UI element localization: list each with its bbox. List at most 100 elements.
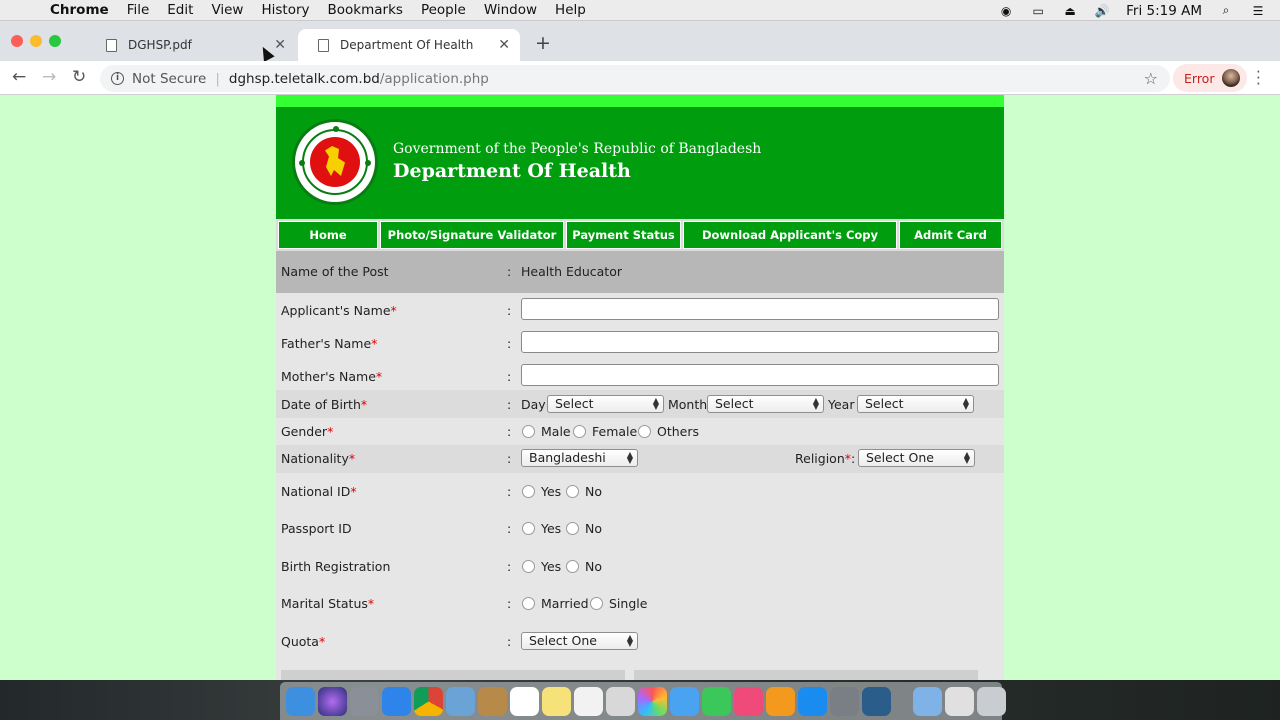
bookmark-star-icon[interactable]: ☆ [1144, 69, 1158, 88]
marital-married-radio[interactable] [522, 597, 535, 610]
menu-window[interactable]: Window [484, 2, 537, 18]
reload-icon[interactable]: ↻ [72, 67, 86, 87]
applicant-name-input[interactable] [521, 298, 999, 320]
spotlight-search-icon[interactable]: ⌕ [1218, 3, 1234, 17]
notification-center-icon[interactable]: ☰ [1250, 4, 1266, 18]
volume-icon[interactable]: 🔊 [1094, 4, 1110, 18]
chrome-icon[interactable] [414, 686, 443, 716]
security-status[interactable]: Not Secure [132, 71, 206, 87]
menu-history[interactable]: History [261, 2, 309, 18]
facetime-icon[interactable] [702, 686, 731, 716]
colon: : [507, 484, 512, 499]
close-tab-icon[interactable]: ✕ [274, 37, 286, 53]
downloads-folder-icon[interactable] [913, 686, 942, 716]
menu-bookmarks[interactable]: Bookmarks [328, 2, 403, 18]
reminders-icon[interactable] [574, 686, 603, 716]
birth-registration-no-label[interactable]: No [585, 559, 602, 574]
post-label: Name of the Post [281, 264, 389, 279]
gender-female-label[interactable]: Female [592, 424, 637, 439]
system-preferences-icon[interactable] [830, 686, 859, 716]
mother-name-input[interactable] [521, 364, 999, 386]
nav-photo-signature-validator[interactable]: Photo/Signature Validator [380, 221, 564, 249]
zoom-window-icon[interactable] [49, 35, 61, 47]
menu-file[interactable]: File [127, 2, 150, 18]
nav-payment-status[interactable]: Payment Status [566, 221, 681, 249]
back-arrow-icon[interactable]: ← [12, 67, 26, 87]
window-controls [11, 35, 61, 47]
menu-clock[interactable]: Fri 5:19 AM [1126, 3, 1202, 19]
address-bar[interactable]: i Not Secure | dghsp.teletalk.com.bd/app… [100, 65, 1170, 92]
birth-registration-yes-radio[interactable] [522, 560, 535, 573]
finder-icon[interactable] [286, 686, 315, 716]
nav-admit-card[interactable]: Admit Card [899, 221, 1002, 249]
national-id-yes-label[interactable]: Yes [541, 484, 561, 499]
itunes-icon[interactable] [734, 686, 763, 716]
national-id-yes-radio[interactable] [522, 485, 535, 498]
menu-app-chrome[interactable]: Chrome [50, 2, 109, 18]
address-section-peek [276, 660, 1004, 680]
gender-male-label[interactable]: Male [541, 424, 571, 439]
marital-married-label[interactable]: Married [541, 596, 589, 611]
photos-icon[interactable] [638, 686, 667, 716]
marital-single-radio[interactable] [590, 597, 603, 610]
passport-id-no-radio[interactable] [566, 522, 579, 535]
siri-icon[interactable] [318, 686, 347, 716]
info-icon[interactable]: i [111, 72, 124, 85]
gender-female-radio[interactable] [573, 425, 586, 438]
new-tab-icon[interactable]: + [535, 32, 551, 54]
documents-stack-icon[interactable] [945, 686, 974, 716]
father-name-input[interactable] [521, 331, 999, 353]
national-id-no-label[interactable]: No [585, 484, 602, 499]
quicktime-icon[interactable] [862, 686, 891, 716]
safari-icon[interactable] [382, 686, 411, 716]
national-id-row: National ID* : Yes No [276, 473, 1004, 510]
marital-status-label: Marital Status* [281, 596, 374, 611]
passport-id-yes-label[interactable]: Yes [541, 521, 561, 536]
preview-icon[interactable] [446, 686, 475, 716]
contacts-icon[interactable] [478, 686, 507, 716]
trash-icon[interactable] [977, 686, 1006, 716]
dob-day-select[interactable]: Select ▲ ▼ [547, 395, 664, 413]
ibooks-icon[interactable] [766, 686, 795, 716]
nav-download-applicants-copy[interactable]: Download Applicant's Copy [683, 221, 897, 249]
tab-department-of-health[interactable]: Department Of Health ✕ [298, 29, 520, 61]
calendar-icon[interactable] [510, 686, 539, 716]
profile-error-button[interactable]: Error [1173, 64, 1247, 92]
passport-id-no-label[interactable]: No [585, 521, 602, 536]
national-id-no-radio[interactable] [566, 485, 579, 498]
airplay-icon[interactable]: ▭ [1030, 4, 1046, 18]
menu-people[interactable]: People [421, 2, 466, 18]
gender-others-radio[interactable] [638, 425, 651, 438]
passport-id-yes-radio[interactable] [522, 522, 535, 535]
url-host: dghsp.teletalk.com.bd [228, 70, 380, 87]
dob-month-select[interactable]: Select ▲ ▼ [707, 395, 824, 413]
app-store-icon[interactable] [798, 686, 827, 716]
close-tab-icon[interactable]: ✕ [498, 37, 510, 53]
menu-help[interactable]: Help [555, 2, 586, 18]
birth-registration-yes-label[interactable]: Yes [541, 559, 561, 574]
forward-arrow-icon[interactable]: → [42, 67, 56, 87]
close-window-icon[interactable] [11, 35, 23, 47]
screen-record-icon[interactable]: ◉ [998, 4, 1014, 18]
passport-id-label: Passport ID [281, 521, 352, 536]
nav-home[interactable]: Home [278, 221, 378, 249]
minimize-window-icon[interactable] [30, 35, 42, 47]
dob-year-select[interactable]: Select ▲ ▼ [857, 395, 974, 413]
menu-edit[interactable]: Edit [167, 2, 193, 18]
more-menu-icon[interactable]: · · · [1256, 65, 1261, 92]
launchpad-icon[interactable] [350, 686, 379, 716]
religion-select[interactable]: Select One ▲ ▼ [858, 449, 975, 467]
applicant-name-row: Applicant's Name* : [276, 293, 1004, 326]
quota-value: Select One [529, 633, 597, 648]
nationality-select[interactable]: Bangladeshi ▲ ▼ [521, 449, 638, 467]
maps-icon[interactable] [606, 686, 635, 716]
eject-icon[interactable]: ⏏ [1062, 4, 1078, 18]
birth-registration-no-radio[interactable] [566, 560, 579, 573]
quota-select[interactable]: Select One ▲ ▼ [521, 632, 638, 650]
gender-male-radio[interactable] [522, 425, 535, 438]
menu-view[interactable]: View [211, 2, 243, 18]
messages-icon[interactable] [670, 686, 699, 716]
gender-others-label[interactable]: Others [657, 424, 699, 439]
notes-icon[interactable] [542, 686, 571, 716]
marital-single-label[interactable]: Single [609, 596, 647, 611]
